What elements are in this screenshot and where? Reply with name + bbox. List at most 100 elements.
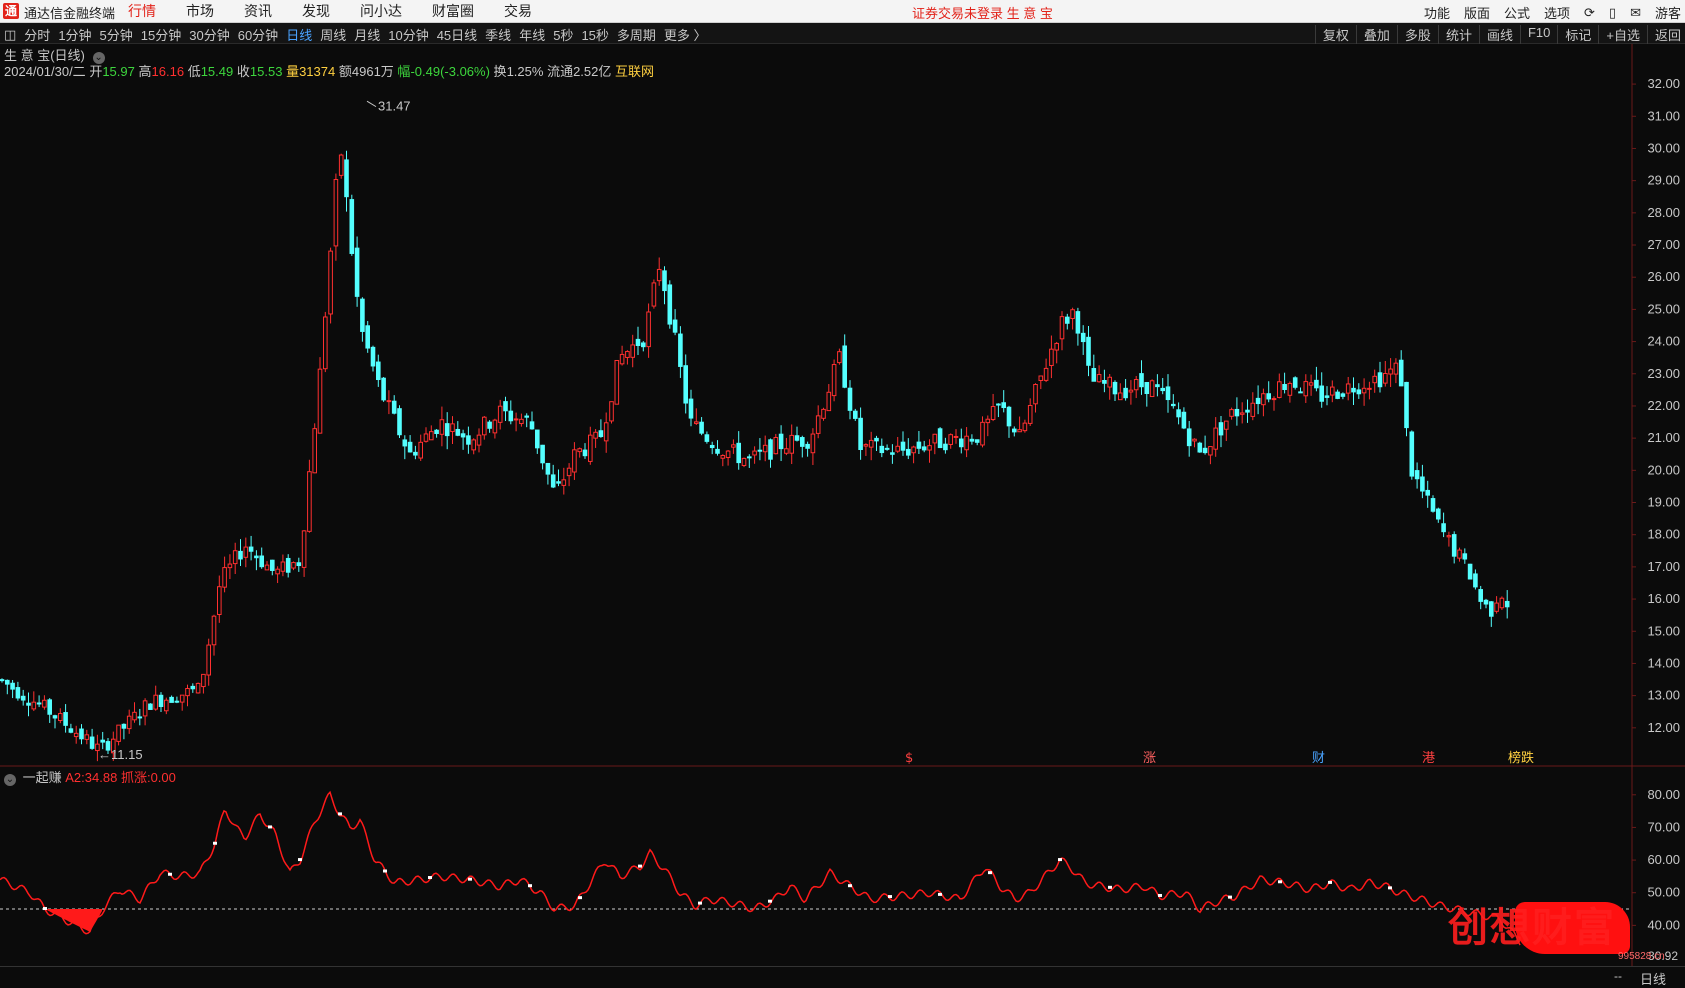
info-sector[interactable]: 互联网 bbox=[615, 64, 654, 79]
indicator-series bbox=[0, 790, 1632, 946]
candle-body bbox=[969, 438, 975, 442]
candle-body bbox=[153, 694, 158, 710]
candle-body bbox=[1282, 384, 1287, 391]
candle-body bbox=[630, 344, 636, 358]
candle-body bbox=[1483, 599, 1489, 605]
info-change-label: 幅 bbox=[397, 64, 411, 79]
candle-body bbox=[301, 530, 307, 568]
candle-body bbox=[68, 728, 74, 733]
candle-body bbox=[232, 550, 238, 565]
candle-body bbox=[1218, 422, 1224, 436]
candle-body bbox=[1314, 379, 1319, 389]
indicator-marker bbox=[528, 884, 532, 888]
candle-body bbox=[1266, 393, 1272, 400]
candle-body bbox=[58, 713, 63, 721]
indicator-marker bbox=[43, 907, 47, 911]
candle-body bbox=[656, 268, 662, 282]
event-marker: 涨 bbox=[1143, 751, 1156, 766]
indicator-marker bbox=[888, 895, 892, 899]
info-turnover: 1.25% bbox=[506, 64, 544, 79]
candle-body bbox=[1171, 403, 1176, 407]
event-marker: 榜跌 bbox=[1508, 750, 1534, 766]
candle-body bbox=[524, 415, 530, 418]
candle-body bbox=[641, 342, 646, 348]
candle-body bbox=[455, 428, 461, 436]
bottom-period[interactable]: 日线 bbox=[1640, 969, 1666, 988]
candle-body bbox=[1420, 476, 1425, 492]
candle-body bbox=[1478, 589, 1484, 602]
candle-body bbox=[1091, 368, 1097, 382]
candle-body bbox=[402, 439, 408, 447]
candle-body bbox=[609, 401, 614, 422]
candle-body bbox=[132, 711, 137, 721]
candle-body bbox=[429, 431, 434, 441]
candle-body bbox=[1186, 428, 1192, 447]
indicator-chevron-icon[interactable]: ⌄ bbox=[4, 774, 16, 786]
candle-body bbox=[550, 474, 556, 488]
price-tick-label: 27.00 bbox=[1647, 237, 1680, 252]
candle-body bbox=[1393, 362, 1399, 375]
candle-body bbox=[148, 703, 153, 710]
candle-body bbox=[1229, 409, 1234, 417]
candle-body bbox=[1224, 420, 1229, 430]
info-high: 16.16 bbox=[151, 64, 185, 79]
candle-body bbox=[614, 359, 620, 405]
price-tick-label: 12.00 bbox=[1647, 720, 1680, 735]
candle-body bbox=[847, 387, 853, 411]
candle-body bbox=[333, 179, 339, 247]
candle-body bbox=[725, 450, 731, 458]
candle-body bbox=[1202, 447, 1208, 454]
candle-body bbox=[800, 437, 805, 447]
indicator-tick-label: 50.00 bbox=[1647, 885, 1680, 900]
candle-body bbox=[1504, 600, 1510, 608]
candle-body bbox=[354, 247, 360, 297]
candle-body bbox=[1298, 391, 1303, 394]
candle-body bbox=[625, 351, 630, 358]
candle-body bbox=[736, 442, 742, 464]
event-marker: 港 bbox=[1422, 751, 1435, 766]
candle-body bbox=[1425, 489, 1431, 496]
candle-body bbox=[1038, 375, 1044, 382]
price-tick-label: 17.00 bbox=[1647, 559, 1680, 574]
candle-body bbox=[980, 421, 985, 446]
candle-body bbox=[36, 702, 42, 705]
candle-body bbox=[323, 316, 328, 370]
candle-body bbox=[100, 739, 106, 743]
candle-body bbox=[1006, 406, 1012, 427]
indicator-marker bbox=[428, 876, 432, 880]
candle-body bbox=[264, 564, 270, 571]
candle-body bbox=[821, 408, 826, 419]
candle-body bbox=[1489, 601, 1494, 617]
candle-body bbox=[227, 563, 233, 569]
candle-body bbox=[635, 338, 641, 346]
candle-body bbox=[1308, 382, 1314, 386]
candle-body bbox=[407, 441, 413, 453]
candle-body bbox=[1181, 411, 1187, 429]
candle-body bbox=[423, 433, 429, 442]
candle-body bbox=[211, 615, 217, 646]
candle-body bbox=[831, 364, 837, 397]
candle-body bbox=[20, 695, 26, 701]
candle-body bbox=[471, 439, 476, 451]
indicator-marker bbox=[1058, 858, 1062, 862]
indicator-marker bbox=[1158, 893, 1162, 897]
candle-body bbox=[1208, 446, 1213, 456]
info-volume: 31374 bbox=[299, 64, 336, 79]
info-float: 2.52亿 bbox=[573, 64, 612, 79]
candle-body bbox=[1446, 535, 1452, 538]
info-date: 2024/01/30/二 bbox=[4, 64, 86, 79]
candle-body bbox=[572, 449, 577, 473]
candle-body bbox=[1118, 392, 1123, 401]
kline-chart[interactable]: 32.00 31.00 30.00 29.00 28.00 27.00 26.00 25.00… bbox=[0, 0, 1685, 985]
candle-body bbox=[280, 561, 286, 572]
candle-body bbox=[317, 368, 323, 434]
indicator-name[interactable]: 一起赚 bbox=[23, 770, 62, 785]
candle-body bbox=[10, 682, 15, 690]
candle-body bbox=[381, 377, 386, 401]
price-tick-label: 13.00 bbox=[1647, 688, 1680, 703]
candle-body bbox=[1462, 553, 1468, 560]
candle-body bbox=[206, 644, 211, 676]
candle-body bbox=[1292, 377, 1298, 388]
candle-body bbox=[15, 687, 21, 699]
candle-body bbox=[556, 481, 561, 484]
